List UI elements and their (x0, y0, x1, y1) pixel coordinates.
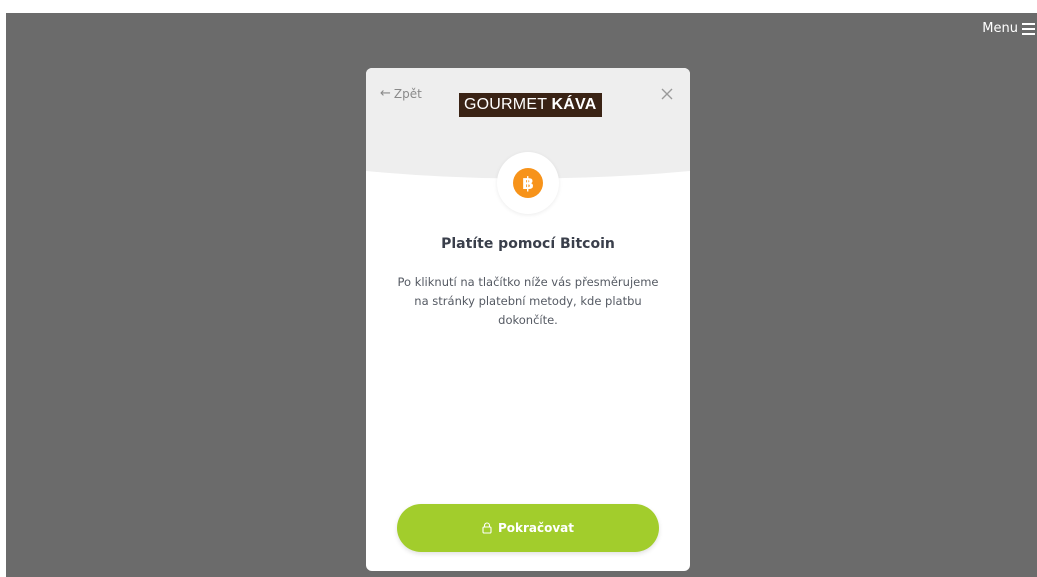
hamburger-icon (1022, 23, 1035, 35)
modal-title: Platíte pomocí Bitcoin (441, 236, 615, 252)
close-icon[interactable] (660, 87, 674, 101)
back-button[interactable]: ← Zpět (380, 86, 422, 101)
logo-text-regular: GOURMET (464, 96, 547, 113)
continue-button[interactable]: Pokračovat (397, 504, 659, 552)
menu-label: Menu (982, 21, 1018, 36)
continue-label: Pokračovat (497, 521, 575, 535)
merchant-logo: GOURMET KÁVA (459, 93, 602, 117)
bitcoin-icon: ฿ (513, 168, 543, 198)
menu-button[interactable]: Menu (982, 21, 1035, 36)
payment-method-badge: ฿ (497, 152, 559, 214)
modal-description: Po kliknutí na tlačítko níže vás přesměr… (397, 275, 659, 327)
lock-icon (482, 522, 492, 534)
logo-text-bold: KÁVA (551, 96, 597, 113)
back-label: Zpět (393, 86, 422, 101)
arrow-left-icon: ← (380, 86, 391, 101)
svg-text:฿: ฿ (522, 174, 534, 192)
payment-modal: ← Zpět GOURMET KÁVA ฿ Platíte pomocí Bit… (366, 68, 690, 571)
